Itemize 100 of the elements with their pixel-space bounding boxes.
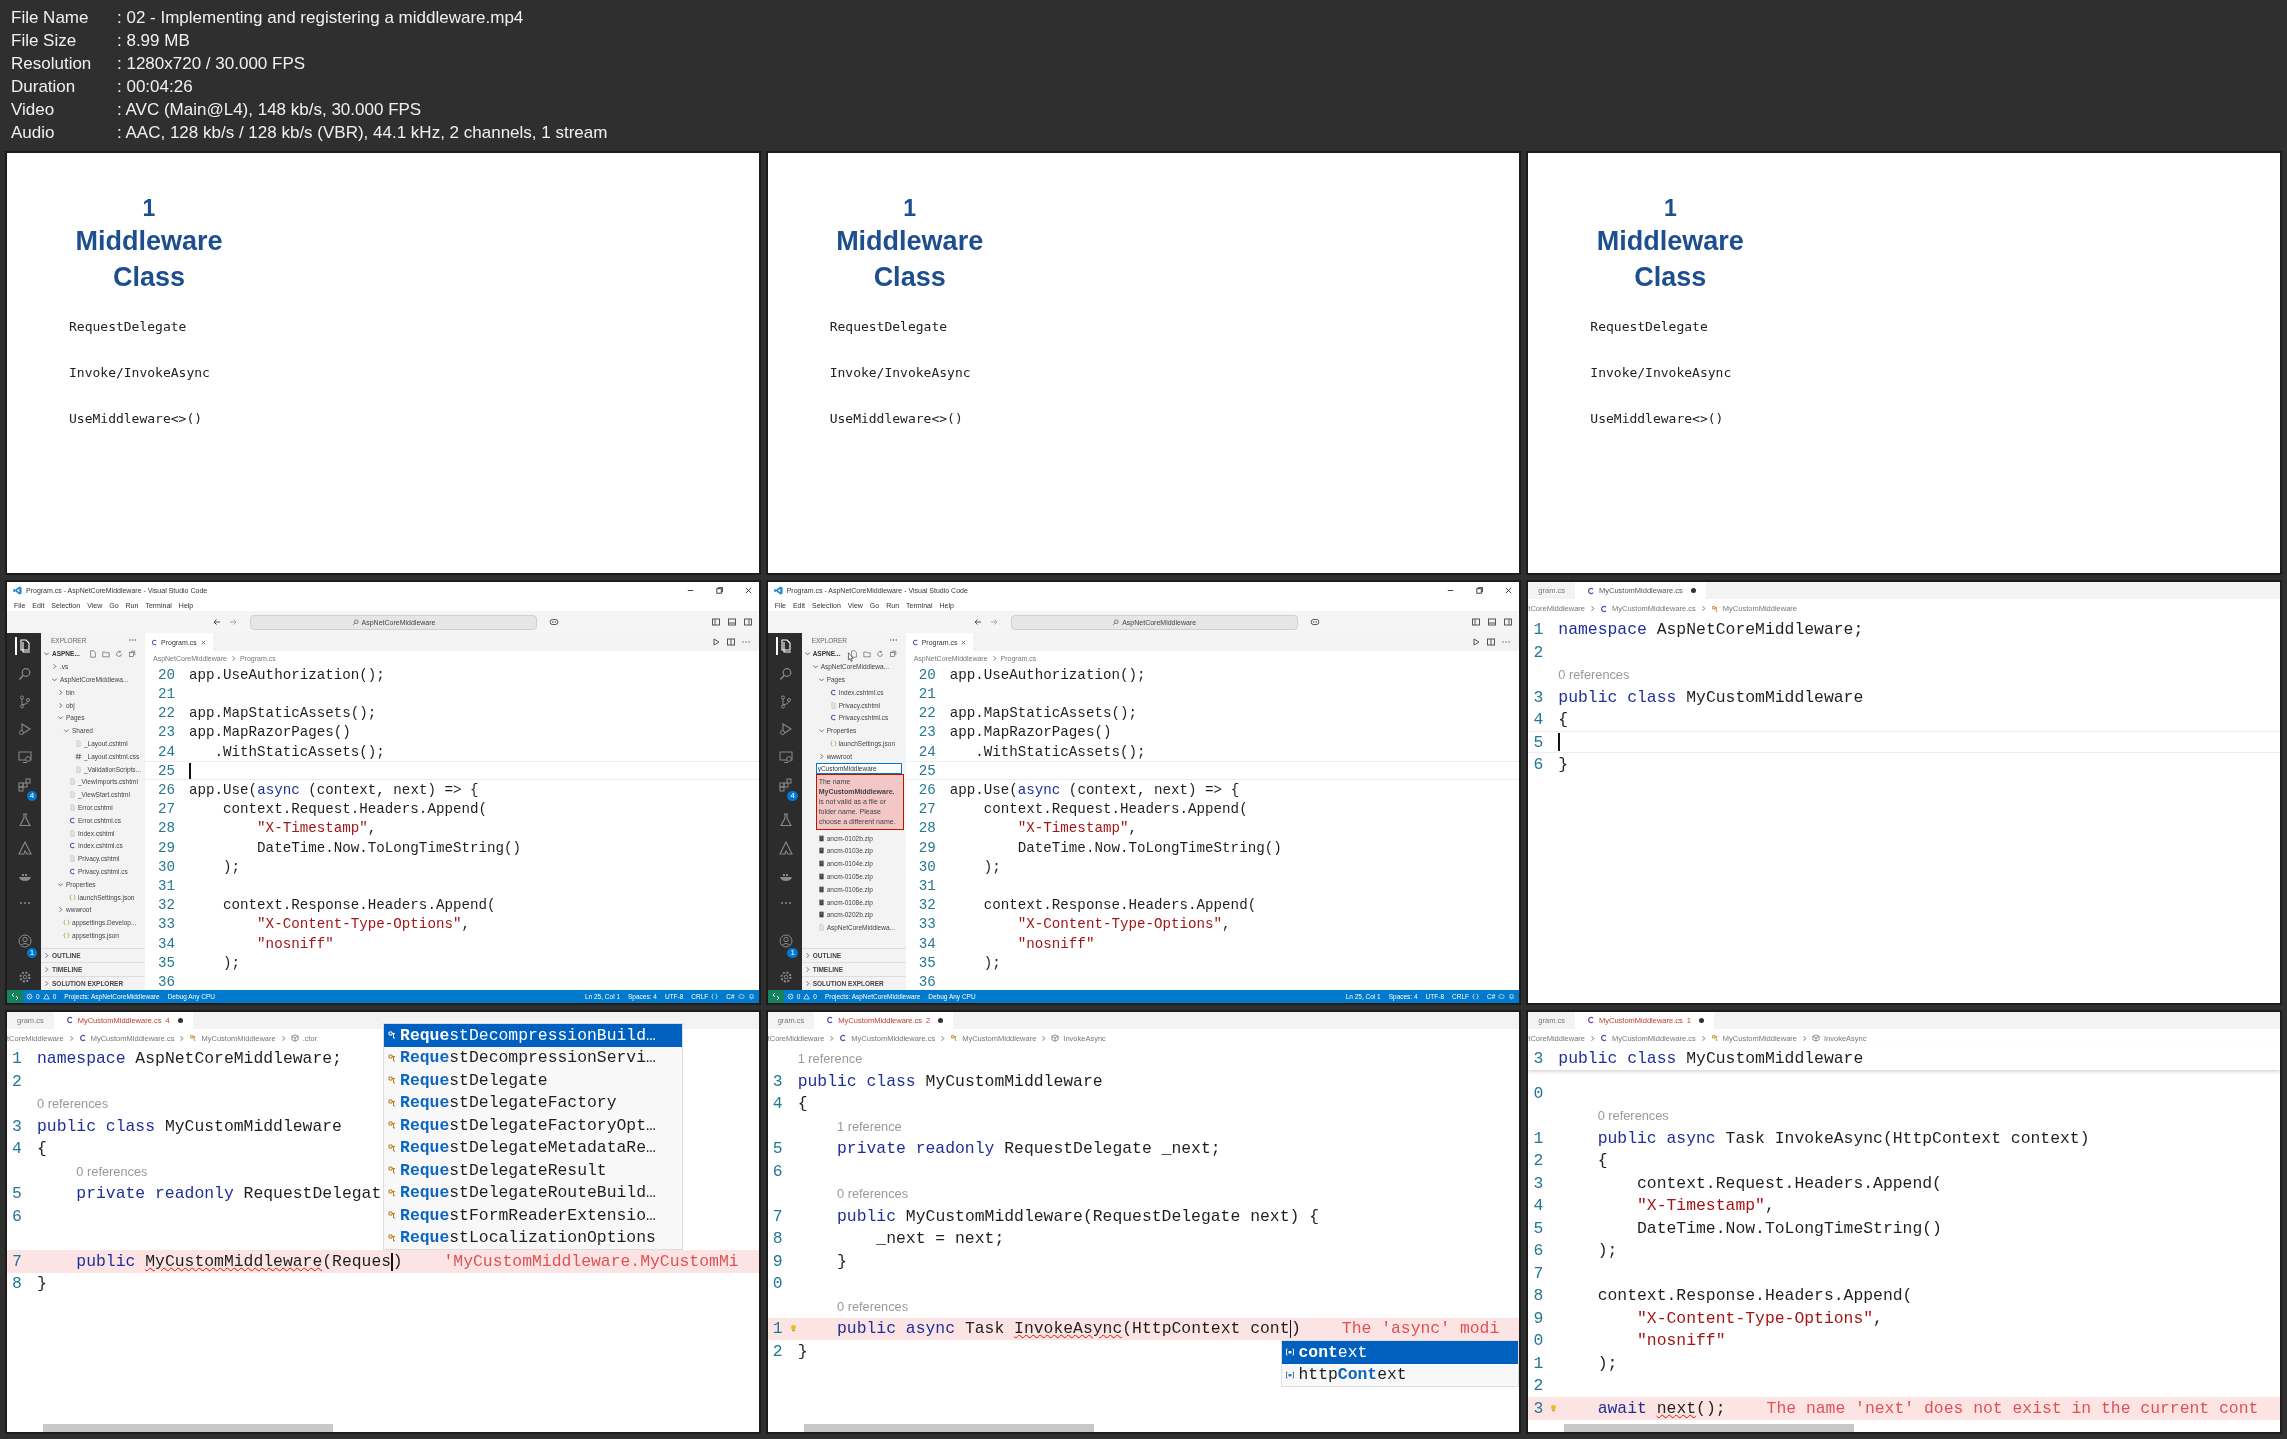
code-line: public async Task InvokeAsync(HttpContext context): [1596, 1128, 2090, 1148]
bell-icon[interactable]: [1508, 992, 1516, 1000]
triangle-icon[interactable]: [15, 839, 33, 857]
line-number: 6: [771, 1161, 784, 1181]
collapse-icon[interactable]: [128, 649, 136, 658]
restore-icon[interactable]: [1475, 586, 1485, 596]
suggestion-item[interactable]: RequestDelegateResult: [384, 1159, 683, 1182]
braces-icon: [69, 893, 76, 901]
line-number: 1: [11, 1049, 23, 1069]
slide-number: 1: [141, 194, 157, 223]
bell-icon[interactable]: [747, 992, 755, 1000]
new-file-icon[interactable]: [89, 649, 97, 658]
suggestion-item[interactable]: RequestDelegateFactory: [384, 1091, 683, 1115]
error-icon: [786, 992, 794, 1000]
slide-number: 1: [1662, 194, 1678, 223]
sticky-scroll-header[interactable]: 3 public class MyCustomMiddleware: [1528, 1047, 2280, 1071]
suggestion-item[interactable]: RequestDecompressionBuild…: [384, 1024, 683, 1047]
run-icon[interactable]: [710, 637, 721, 648]
suggestion-item[interactable]: RequestDelegateRouteBuild…: [384, 1181, 683, 1205]
code-line: .WithStaticAssets();: [974, 743, 1146, 760]
class-icon: [1710, 1034, 1719, 1043]
separator-icon: [178, 1034, 186, 1042]
new-file-icon[interactable]: [849, 649, 858, 658]
info-value: : AAC, 128 kb/s / 128 kb/s (VBR), 44.1 kHz, 2 channels, 1 stream: [117, 122, 608, 144]
split-editor-icon[interactable]: [1486, 637, 1497, 648]
close-icon[interactable]: [199, 638, 207, 646]
suggestion-item[interactable]: RequestDelegateFactoryOpt…: [384, 1114, 683, 1137]
split-editor-icon[interactable]: [725, 637, 736, 648]
slide-text: Invoke/InvokeAsync: [69, 364, 211, 382]
refresh-icon[interactable]: [875, 649, 884, 658]
warning-icon: [42, 992, 50, 1000]
suggestion-item[interactable]: RequestFormReaderExtensio…: [384, 1204, 683, 1227]
line-number: 32: [917, 897, 937, 914]
sidebar-icon[interactable]: [1503, 617, 1514, 628]
panel-icon[interactable]: [726, 617, 737, 628]
suggestion-item[interactable]: httpContext: [1282, 1363, 1519, 1387]
restore-icon[interactable]: [714, 586, 724, 596]
layout-icon[interactable]: [710, 617, 721, 628]
collapse-icon[interactable]: [888, 649, 897, 658]
suggestion-item[interactable]: context: [1282, 1341, 1519, 1364]
sidebar-icon[interactable]: [742, 617, 753, 628]
account-icon[interactable]: [15, 932, 33, 950]
info-label: Duration: [11, 76, 77, 98]
line-number: 25: [156, 762, 176, 779]
chevron-icon: [57, 880, 64, 888]
line-number: 3: [771, 1071, 784, 1091]
line-number: 22: [917, 705, 937, 722]
remote-explorer-icon[interactable]: [15, 748, 33, 766]
layout-icon[interactable]: [1471, 617, 1482, 628]
line-number: 1: [1532, 1353, 1545, 1373]
code-line: "nosniff": [256, 935, 334, 952]
suggestion-item[interactable]: RequestDecompressionServi…: [384, 1046, 683, 1070]
suggestion-item[interactable]: RequestLocalizationOptions: [384, 1226, 683, 1250]
extensions-icon[interactable]: [15, 775, 33, 794]
variable-icon: [1285, 1369, 1296, 1380]
slide-title: Middleware Class: [1595, 225, 1745, 294]
scrollbar-thumb[interactable]: [43, 1424, 333, 1432]
suggestion-item[interactable]: RequestDelegate: [384, 1069, 683, 1092]
line-number: 28: [156, 820, 176, 837]
search-icon: [351, 618, 359, 626]
line-number: 6: [1532, 755, 1545, 775]
more-icon[interactable]: [888, 638, 898, 643]
line-number: 0: [1532, 1083, 1545, 1103]
code-line: context.Request.Headers.Append(: [1636, 1173, 1942, 1193]
slide-title: Middleware Class: [74, 225, 224, 294]
code-line: "X-Timestamp",: [1636, 1196, 1775, 1216]
count-badge: 1: [787, 947, 798, 958]
text-cursor: [1558, 733, 1560, 752]
code-line: }: [1558, 755, 1569, 775]
code-line: "X-Content-Type-Options",: [1636, 1308, 1883, 1328]
line-number: 21: [156, 686, 176, 703]
more-icon[interactable]: [128, 638, 137, 643]
scrollbar-thumb[interactable]: [803, 1424, 1094, 1432]
text-cursor: [189, 763, 191, 779]
line-number: 24: [156, 743, 176, 760]
scrollbar-thumb[interactable]: [1564, 1424, 1855, 1432]
code-line: public MyCustomMiddleware(RequestDelegate next) {: [836, 1206, 1319, 1226]
csharp-file-icon: [829, 688, 837, 696]
archive-icon: [817, 847, 825, 855]
line-number: 30: [917, 858, 937, 875]
panel-icon[interactable]: [1487, 617, 1498, 628]
slide-text: Invoke/InvokeAsync: [1590, 364, 1733, 382]
new-folder-icon[interactable]: [102, 649, 110, 658]
line-number: 6: [11, 1206, 23, 1226]
code-line: {: [1596, 1151, 1608, 1171]
suggestion-item[interactable]: RequestDelegateMetadataRe…: [384, 1136, 683, 1160]
new-folder-icon[interactable]: [862, 649, 871, 658]
braces-icon: [711, 992, 719, 1000]
code-line: .WithStaticAssets();: [213, 743, 385, 760]
close-icon[interactable]: [960, 638, 968, 646]
close-icon[interactable]: [743, 586, 753, 596]
line-number: 8: [11, 1274, 23, 1294]
separator-icon: [1699, 1034, 1707, 1042]
line-number: 3: [1532, 687, 1545, 707]
refresh-icon[interactable]: [115, 649, 123, 658]
code-line: );: [982, 858, 1001, 875]
run-icon[interactable]: [1471, 637, 1482, 648]
files-icon[interactable]: [15, 637, 33, 655]
close-icon[interactable]: [1504, 586, 1514, 596]
files-icon[interactable]: [775, 637, 794, 655]
